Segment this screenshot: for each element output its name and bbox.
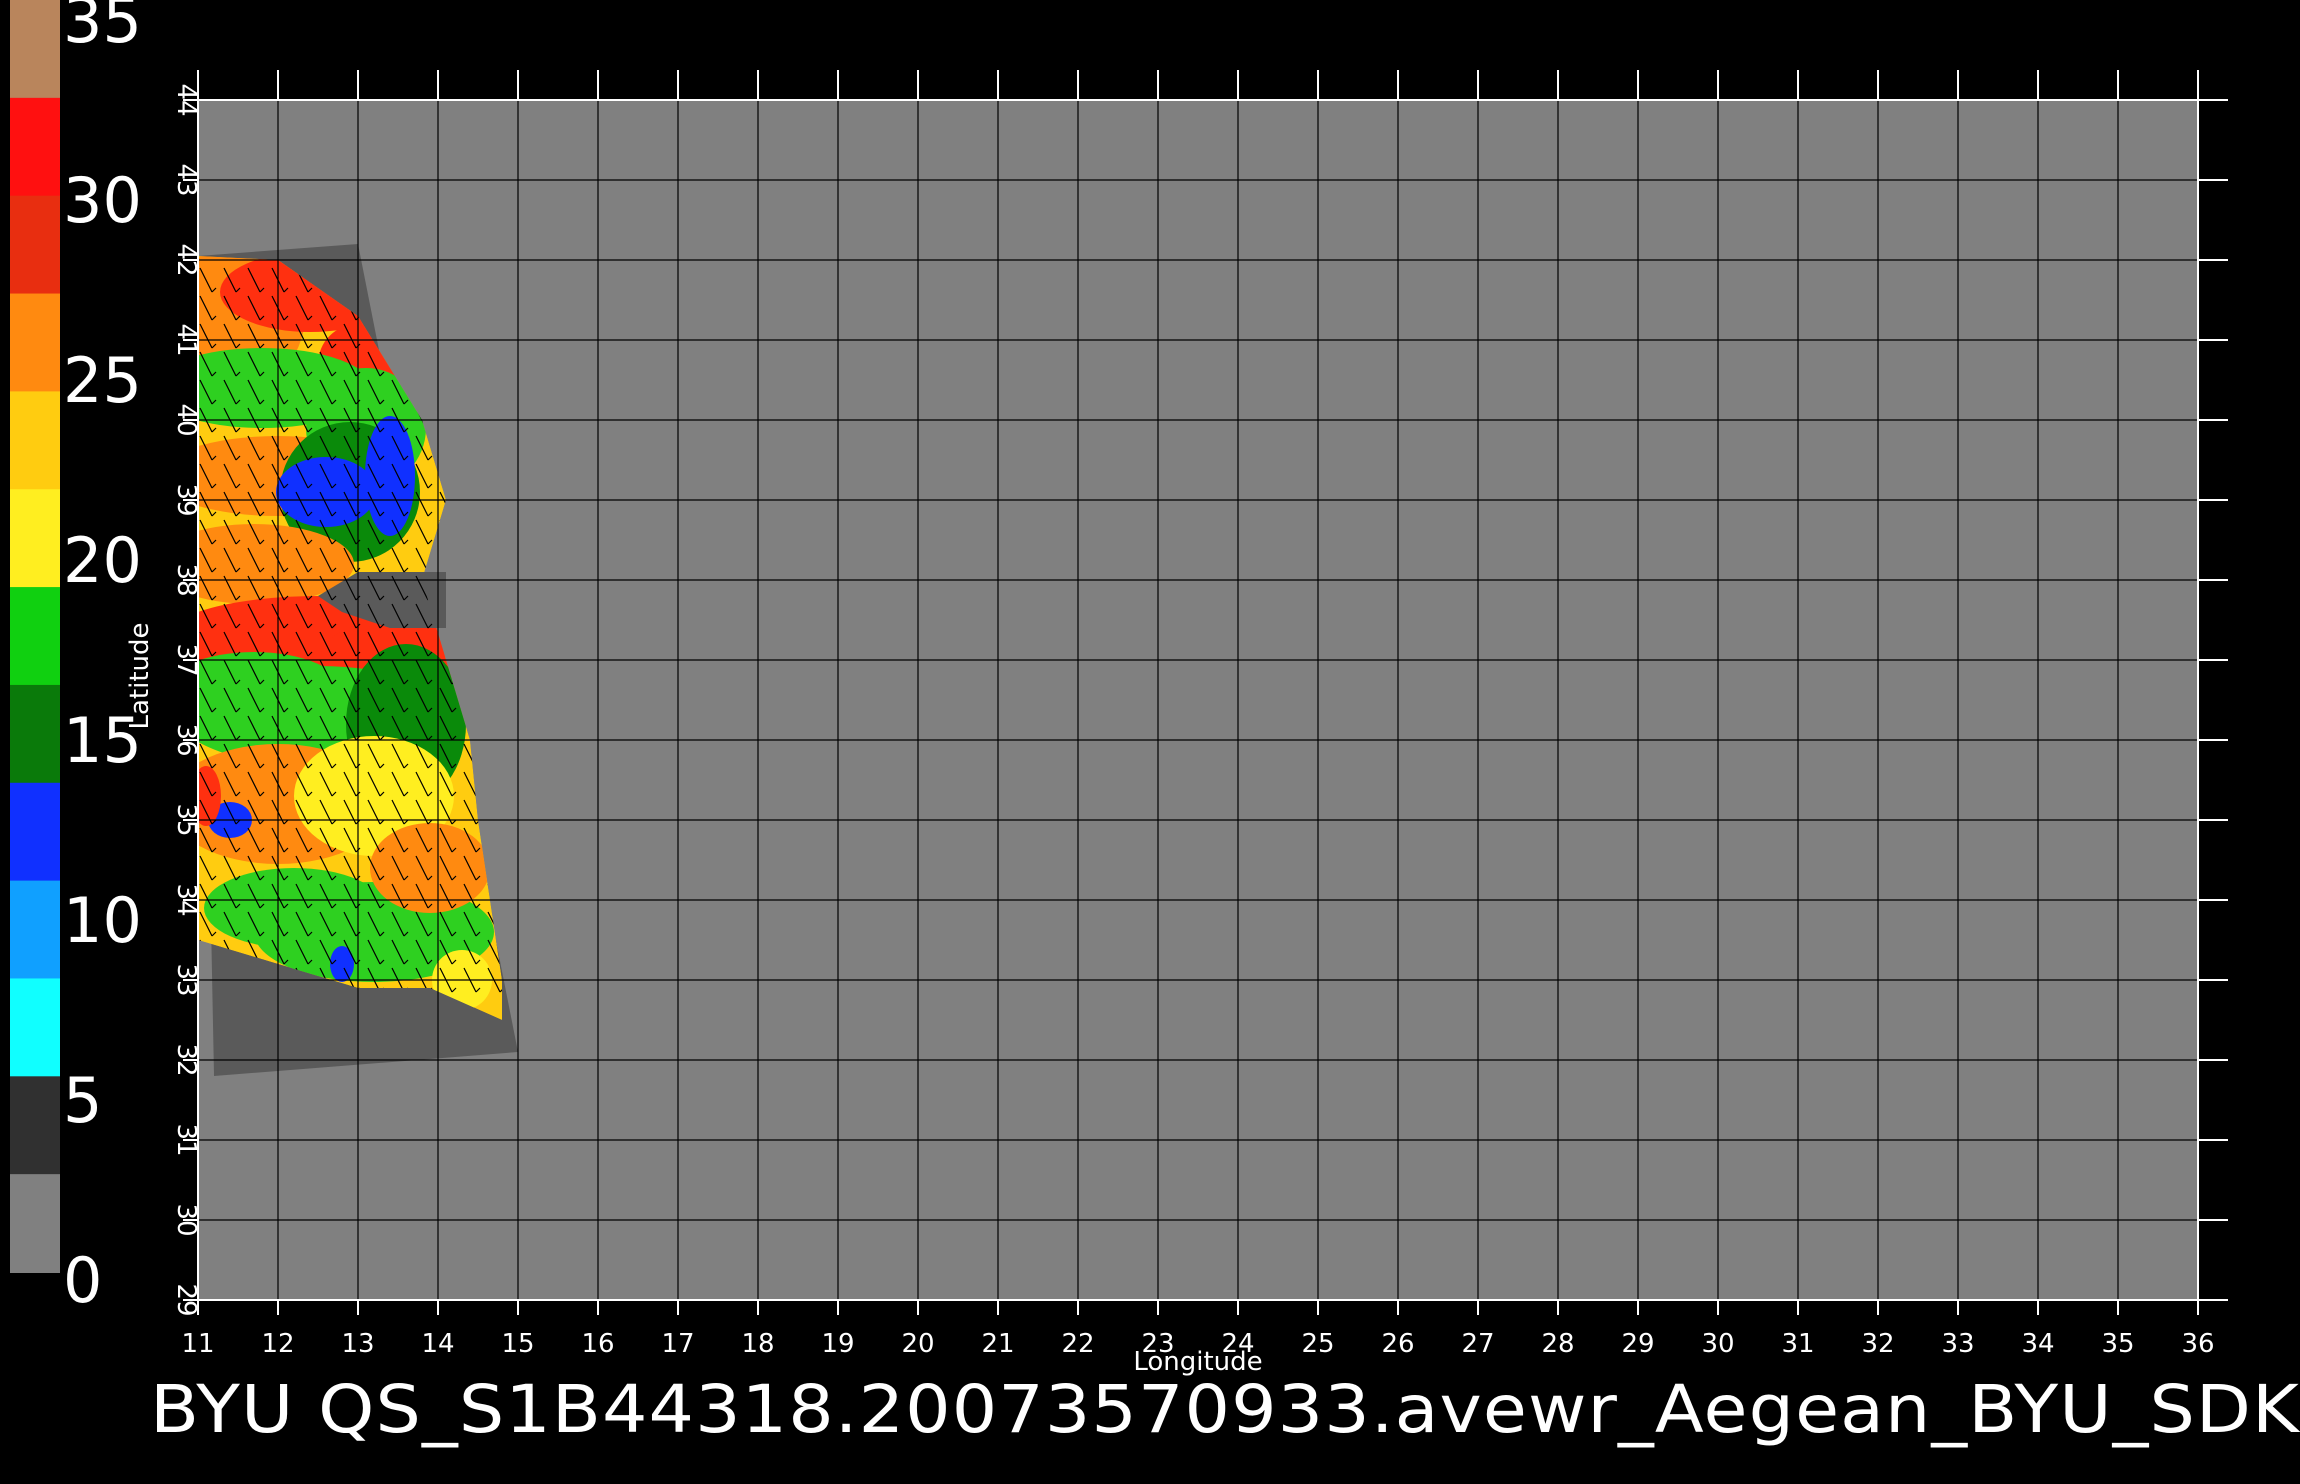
latitude-tick-label: 33 xyxy=(171,963,201,996)
colorbar-label: 30 xyxy=(63,164,142,237)
longitude-tick-label: 29 xyxy=(1621,1329,1654,1359)
colorbar-segment xyxy=(10,391,60,491)
colorbar-segment xyxy=(10,97,60,197)
colorbar-segment xyxy=(10,782,60,882)
footer-title: BYU QS_S1B44318.20073570933.avewr_Aegean… xyxy=(150,1371,2300,1448)
longitude-tick-label: 12 xyxy=(261,1329,294,1359)
longitude-tick-label: 30 xyxy=(1701,1329,1734,1359)
longitude-tick-label: 21 xyxy=(981,1329,1014,1359)
y-axis-label: Latitude xyxy=(125,622,155,729)
longitude-tick-label: 11 xyxy=(181,1329,214,1359)
latitude-tick-label: 35 xyxy=(171,803,201,836)
longitude-tick-label: 36 xyxy=(2181,1329,2214,1359)
longitude-tick-label: 16 xyxy=(581,1329,614,1359)
colorbar-segment xyxy=(10,293,60,393)
colorbar-segment xyxy=(10,1076,60,1176)
longitude-tick-label: 31 xyxy=(1781,1329,1814,1359)
colorbar-segment xyxy=(10,684,60,784)
colorbar-label: 5 xyxy=(63,1064,102,1137)
colorbar-segment xyxy=(10,587,60,686)
latitude-tick-label: 31 xyxy=(171,1123,201,1156)
wind-region xyxy=(330,946,354,982)
colorbar-segment xyxy=(10,978,60,1078)
colorbar-label: 0 xyxy=(63,1244,102,1317)
colorbar-label: 35 xyxy=(63,0,142,57)
longitude-tick-label: 13 xyxy=(341,1329,374,1359)
latitude-tick-label: 39 xyxy=(171,483,201,516)
longitude-tick-label: 15 xyxy=(501,1329,534,1359)
wind-region xyxy=(365,416,415,536)
longitude-tick-label: 35 xyxy=(2101,1329,2134,1359)
colorbar-segment xyxy=(10,880,60,980)
latitude-tick-label: 37 xyxy=(171,643,201,676)
longitude-tick-label: 20 xyxy=(901,1329,934,1359)
map-figure: 35302520151050 11 12 13 14 15 16 17 18 19 20 21 22 2… xyxy=(10,0,2300,1448)
wind-region xyxy=(276,457,376,527)
latitude-ticks: 29 30 31 32 33 34 35 36 37 38 39 40 41 42 43 44 xyxy=(171,83,201,1316)
latitude-tick-label: 40 xyxy=(171,403,201,436)
colorbar xyxy=(10,0,60,1273)
colorbar-segment xyxy=(10,195,60,295)
latitude-tick-label: 30 xyxy=(171,1203,201,1236)
longitude-tick-label: 19 xyxy=(821,1329,854,1359)
colorbar-segment xyxy=(10,1174,60,1273)
longitude-tick-label: 26 xyxy=(1381,1329,1414,1359)
colorbar-label: 20 xyxy=(63,524,142,597)
longitude-tick-label: 22 xyxy=(1061,1329,1094,1359)
colorbar-label: 25 xyxy=(63,344,142,417)
longitude-tick-label: 32 xyxy=(1861,1329,1894,1359)
longitude-tick-label: 28 xyxy=(1541,1329,1574,1359)
longitude-tick-label: 17 xyxy=(661,1329,694,1359)
latitude-tick-label: 32 xyxy=(171,1043,201,1076)
latitude-tick-label: 44 xyxy=(171,83,201,116)
map-background xyxy=(198,100,2198,1300)
latitude-tick-label: 43 xyxy=(171,163,201,196)
latitude-tick-label: 34 xyxy=(171,883,201,916)
colorbar-label: 10 xyxy=(63,884,142,957)
longitude-tick-label: 34 xyxy=(2021,1329,2054,1359)
scatterometer-wind-map: 35 30 25 20 15 10 5 0 11 12 13 14 15 16 17 18 19 20 21 22 2… xyxy=(0,0,2300,1480)
longitude-tick-label: 18 xyxy=(741,1329,774,1359)
latitude-tick-label: 38 xyxy=(171,563,201,596)
longitude-tick-label: 14 xyxy=(421,1329,454,1359)
latitude-tick-label: 42 xyxy=(171,243,201,276)
colorbar-segment xyxy=(10,489,60,589)
longitude-tick-label: 33 xyxy=(1941,1329,1974,1359)
colorbar-segment xyxy=(10,0,60,99)
latitude-tick-label: 29 xyxy=(171,1283,201,1316)
longitude-tick-label: 27 xyxy=(1461,1329,1494,1359)
latitude-tick-label: 36 xyxy=(171,723,201,756)
latitude-tick-label: 41 xyxy=(171,323,201,356)
longitude-tick-label: 25 xyxy=(1301,1329,1334,1359)
